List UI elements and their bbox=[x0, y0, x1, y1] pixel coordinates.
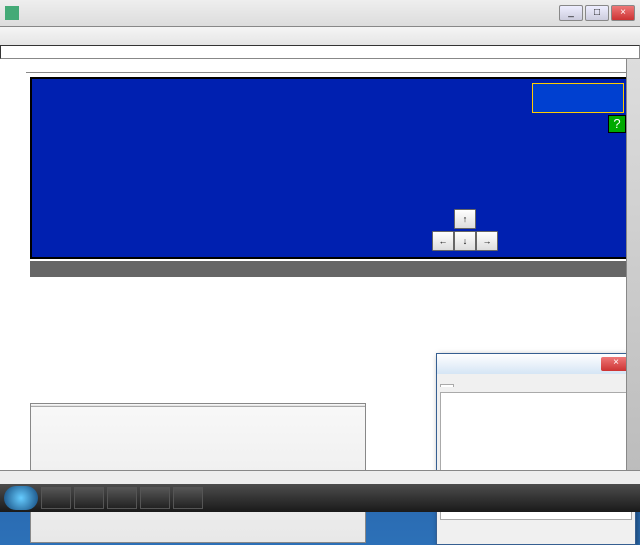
keyboard-board[interactable]: ? ↑ ← ↓ → bbox=[30, 77, 632, 259]
taskbar[interactable] bbox=[0, 484, 640, 512]
taskbar-app-2[interactable] bbox=[74, 487, 104, 509]
taskbar-app-4[interactable] bbox=[140, 487, 170, 509]
minimize-button[interactable]: _ bbox=[559, 5, 583, 21]
ruler-horizontal bbox=[26, 59, 640, 73]
taskbar-app-1[interactable] bbox=[41, 487, 71, 509]
arrow-up[interactable]: ↑ bbox=[454, 209, 476, 229]
app-icon bbox=[5, 6, 19, 20]
maximize-button[interactable]: □ bbox=[585, 5, 609, 21]
taskbar-app-3[interactable] bbox=[107, 487, 137, 509]
frame-bar bbox=[30, 261, 632, 277]
close-button[interactable]: × bbox=[611, 5, 635, 21]
arrow-left[interactable]: ← bbox=[432, 231, 454, 251]
start-button[interactable] bbox=[4, 486, 38, 510]
menu-bar bbox=[0, 27, 640, 45]
properties-tab[interactable] bbox=[440, 384, 454, 387]
scrollbar-v[interactable] bbox=[626, 59, 640, 489]
taskbar-app-5[interactable] bbox=[173, 487, 203, 509]
arrow-down[interactable]: ↓ bbox=[454, 231, 476, 251]
key-properties-window[interactable]: × bbox=[436, 353, 636, 545]
status-bar bbox=[0, 470, 640, 484]
path-display bbox=[4, 47, 636, 57]
arrow-right[interactable]: → bbox=[476, 231, 498, 251]
